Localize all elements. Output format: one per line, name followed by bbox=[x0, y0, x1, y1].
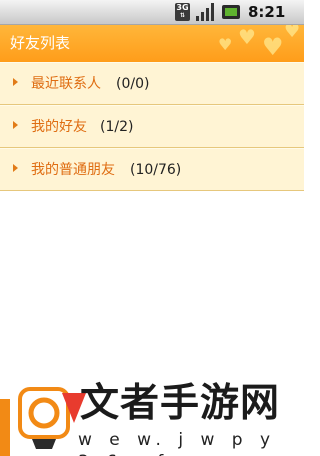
group-name: 我的普通朋友 bbox=[31, 162, 115, 178]
group-name: 最近联系人 bbox=[31, 76, 101, 92]
heart-decoration-icon: ♥ bbox=[218, 35, 233, 54]
heart-decoration-icon: ♥ bbox=[284, 25, 301, 42]
watermark-text: 文者手游网 bbox=[80, 381, 281, 426]
heart-decoration-icon: ♥ bbox=[262, 33, 284, 61]
group-row-ordinary-friends[interactable]: 我的普通朋友 (10/76) bbox=[0, 148, 304, 191]
group-count: (0/0) bbox=[116, 76, 150, 92]
group-count: (10/76) bbox=[130, 162, 182, 178]
signal-strength-icon bbox=[196, 3, 216, 21]
heart-decoration-icon: ♥ bbox=[238, 25, 256, 49]
status-bar: 3G ⇅ 8:21 AM bbox=[0, 0, 304, 40]
battery-charging-icon bbox=[222, 5, 240, 19]
watermark-url: w e w. j w p y 3 6 . f o bbox=[78, 430, 277, 456]
network-badge-label: 3G bbox=[176, 3, 189, 12]
friend-group-list: 最近联系人 (0/0) 我的好友 (1/2) 我的普通朋友 (10/76) bbox=[0, 62, 304, 191]
title-bar: 好友列表 ♥ ♥ ♥ ♥ bbox=[0, 25, 304, 62]
group-row-recent-contacts[interactable]: 最近联系人 (0/0) bbox=[0, 62, 304, 105]
watermark-orange-bar bbox=[0, 399, 10, 456]
group-row-my-friends[interactable]: 我的好友 (1/2) bbox=[0, 105, 304, 148]
expand-arrow-icon bbox=[13, 121, 18, 129]
expand-arrow-icon bbox=[13, 164, 18, 172]
group-name: 我的好友 bbox=[31, 119, 87, 135]
network-3g-icon: 3G ⇅ bbox=[175, 3, 190, 21]
screen: 3G ⇅ 8:21 AM 好友列表 ♥ ♥ ♥ ♥ 最近联系人 (0/0) 我的… bbox=[0, 0, 304, 456]
expand-arrow-icon bbox=[13, 78, 18, 86]
group-count: (1/2) bbox=[100, 119, 134, 135]
page-title: 好友列表 bbox=[10, 34, 71, 52]
